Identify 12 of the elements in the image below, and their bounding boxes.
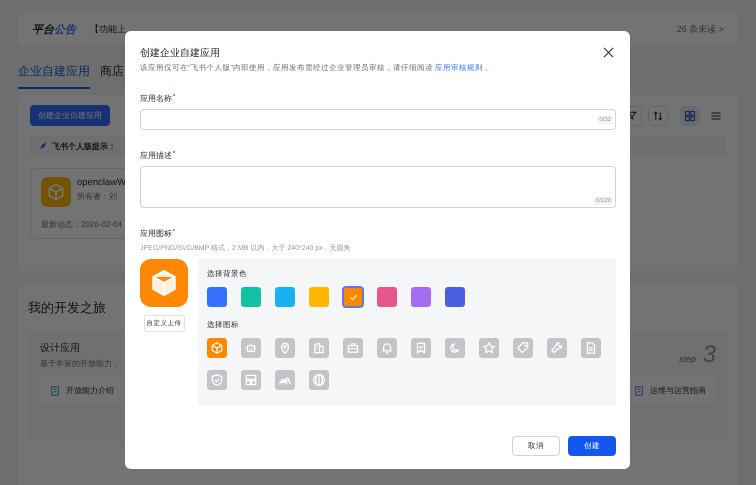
field-label: 应用描述	[140, 150, 616, 161]
tip-text: 飞书个人版提示：	[52, 140, 116, 152]
app-name: openclawW	[77, 177, 126, 188]
app-owner: 所有者：刘	[77, 191, 118, 202]
step-text: 基于丰富的开放能力，	[40, 358, 120, 369]
step-title: 设计应用	[40, 342, 81, 355]
field-label: 应用名称	[140, 93, 616, 104]
app-activity: 最新动态：2026-02-04	[41, 219, 123, 230]
journey-title: 我的开发之旅	[28, 299, 107, 317]
notice-title: 平台公告	[32, 22, 76, 36]
dialog-title: 创建企业自建应用	[140, 46, 220, 60]
field-label: 应用图标	[140, 228, 616, 239]
